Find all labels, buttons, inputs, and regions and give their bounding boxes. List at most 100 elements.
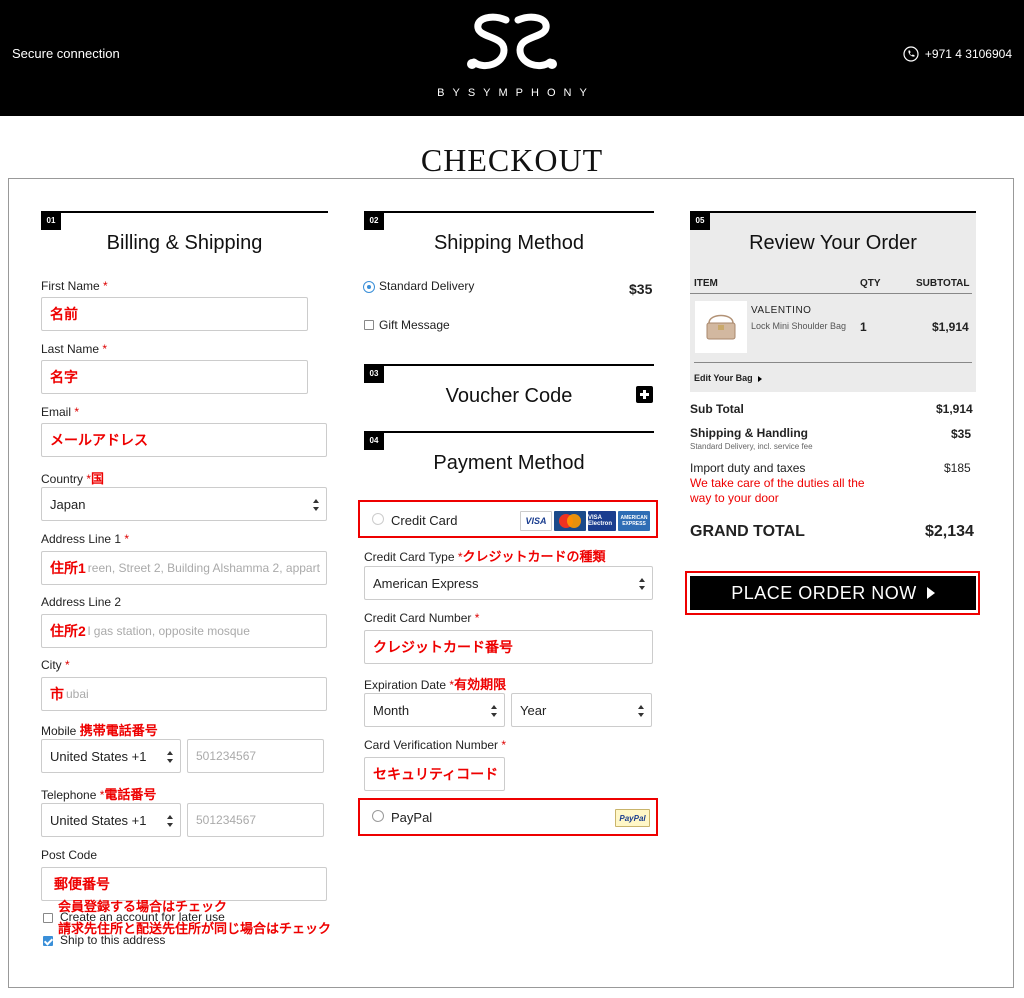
mobile-number-input[interactable]: 501234567 [187, 739, 324, 773]
sub-total-value: $1,914 [936, 402, 973, 416]
card-number-input[interactable]: クレジットカード番号 [364, 630, 653, 664]
city-input[interactable]: 市 ubai [41, 677, 327, 711]
first-name-input[interactable]: 名前 [41, 297, 308, 331]
visa-logo: VISA [520, 511, 552, 531]
address2-input[interactable]: 住所2 l gas station, opposite mosque [41, 614, 327, 648]
standard-delivery-price: $35 [629, 281, 653, 297]
section-divider [364, 364, 654, 366]
expiry-label: Expiration Date *有効期限 [364, 677, 507, 692]
card-type-value: American Express [373, 575, 479, 591]
select-arrows-icon [639, 578, 645, 590]
billing-title: Billing & Shipping [106, 232, 263, 254]
import-duty-label: Import duty and taxes [690, 461, 806, 475]
page-title: CHECKOUT [420, 142, 604, 178]
import-duty-note: We take care of the duties all the way t… [690, 476, 865, 505]
col-qty: QTY [860, 278, 881, 289]
cvn-label: Card Verification Number * [364, 738, 507, 752]
paypal-radio[interactable] [372, 810, 384, 822]
col-subtotal: SUBTOTAL [916, 278, 970, 289]
secure-connection-text: Secure connection [12, 46, 120, 61]
standard-delivery-label: Standard Delivery [379, 279, 475, 293]
section-divider [364, 211, 654, 213]
country-value: Japan [50, 496, 86, 512]
mastercard-logo [554, 511, 586, 531]
ss-monogram-logo[interactable] [462, 12, 562, 74]
select-arrows-icon [638, 705, 644, 717]
paypal-logo: PayPal [615, 809, 650, 827]
product-subtotal: $1,914 [932, 320, 969, 334]
card-type-label: Credit Card Type *クレジットカードの種類 [364, 549, 606, 564]
section-divider [41, 211, 328, 213]
section-number: 04 [364, 432, 384, 450]
expiry-year-value: Year [520, 702, 547, 718]
country-label: Country *国 [41, 471, 105, 486]
expiry-month-select[interactable]: Month [364, 693, 505, 727]
address1-input[interactable]: 住所1 reen, Street 2, Building Alshamma 2, … [41, 551, 327, 585]
phone-contact[interactable]: +971 4 3106904 [903, 46, 1012, 62]
create-account-checkbox[interactable] [43, 913, 53, 923]
top-bar: Secure connection BYSYMPHONY +971 4 3106… [0, 0, 1024, 116]
mobile-code-value: United States +1 [50, 748, 147, 764]
telephone-code-value: United States +1 [50, 812, 147, 828]
col-item: ITEM [694, 278, 718, 289]
arrow-right-icon [926, 587, 935, 599]
import-duty-value: $185 [944, 461, 971, 475]
grand-total-label: GRAND TOTAL [690, 523, 805, 540]
edit-bag-link[interactable]: Edit Your Bag [694, 373, 762, 383]
mobile-label: Mobile 携帯電話番号 [41, 723, 158, 738]
credit-card-radio[interactable] [372, 513, 384, 525]
review-order-title: Review Your Order [749, 232, 917, 254]
select-arrows-icon [313, 499, 319, 511]
section-divider [690, 211, 976, 213]
last-name-label: Last Name * [41, 342, 108, 356]
product-qty: 1 [860, 320, 867, 334]
section-number: 01 [41, 212, 61, 230]
expand-plus-icon[interactable] [636, 386, 653, 403]
mobile-country-select[interactable]: United States +1 [41, 739, 181, 773]
paypal-label: PayPal [391, 810, 433, 825]
amex-logo: AMERICAN EXPRESS [618, 511, 650, 531]
visa-electron-logo: VISA Electron [588, 511, 616, 531]
telephone-label: Telephone *電話番号 [41, 787, 157, 802]
sub-total-label: Sub Total [690, 402, 744, 416]
email-label: Email * [41, 405, 80, 419]
section-number: 02 [364, 212, 384, 230]
first-name-label: First Name * [41, 279, 108, 293]
section-divider [364, 431, 654, 433]
email-input[interactable]: メールアドレス [41, 423, 327, 457]
arrow-right-icon [757, 375, 762, 382]
table-divider [694, 362, 972, 363]
ship-to-address-checkbox[interactable] [43, 936, 53, 946]
country-select[interactable]: Japan [41, 487, 327, 521]
card-type-select[interactable]: American Express [364, 566, 653, 600]
standard-delivery-radio[interactable] [363, 281, 375, 293]
grand-total-value: $2,134 [925, 523, 974, 540]
select-arrows-icon [491, 705, 497, 717]
expiry-year-select[interactable]: Year [511, 693, 652, 727]
product-name: Lock Mini Shoulder Bag [751, 321, 847, 331]
credit-card-label: Credit Card [391, 513, 458, 528]
place-order-button[interactable]: PLACE ORDER NOW [690, 576, 976, 610]
last-name-input[interactable]: 名字 [41, 360, 308, 394]
address2-label: Address Line 2 [41, 595, 122, 609]
voucher-code-title[interactable]: Voucher Code [364, 385, 654, 408]
payment-method-title: Payment Method [433, 452, 585, 474]
shipping-handling-label: Shipping & Handling [690, 426, 808, 440]
shipping-method-title: Shipping Method [433, 232, 585, 254]
product-thumbnail[interactable] [695, 301, 747, 353]
table-divider [690, 293, 972, 294]
product-brand: VALENTINO [751, 305, 812, 316]
card-number-label: Credit Card Number * [364, 611, 480, 625]
gift-message-label: Gift Message [379, 318, 450, 332]
phone-icon [903, 46, 919, 62]
ship-to-address-note: 請求先住所と配送先住所が同じ場合はチェック [58, 921, 332, 936]
bag-product-image [706, 314, 736, 340]
select-arrows-icon [167, 751, 173, 763]
cvn-input[interactable]: セキュリティコード [364, 757, 505, 791]
telephone-number-input[interactable]: 501234567 [187, 803, 324, 837]
create-account-note: 会員登録する場合はチェック [58, 899, 228, 914]
shipping-handling-sub: Standard Delivery, incl. service fee [690, 442, 813, 451]
telephone-country-select[interactable]: United States +1 [41, 803, 181, 837]
place-order-label: PLACE ORDER NOW [731, 582, 917, 603]
gift-message-checkbox[interactable] [364, 320, 374, 330]
